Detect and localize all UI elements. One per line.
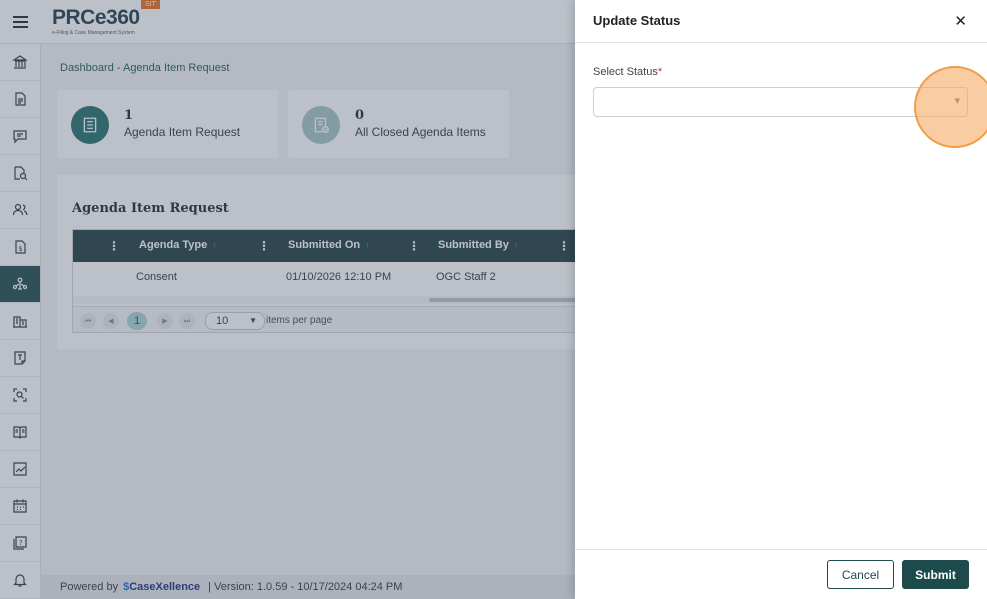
drawer-footer: Cancel Submit <box>575 549 987 599</box>
drawer-header: Update Status ✕ <box>575 0 987 43</box>
close-icon[interactable]: ✕ <box>954 12 967 30</box>
drawer-title: Update Status <box>593 13 681 28</box>
chevron-down-icon[interactable]: ▼ <box>955 97 960 105</box>
submit-button[interactable]: Submit <box>902 560 969 589</box>
required-marker: * <box>657 66 663 78</box>
select-status-label: Select Status* <box>593 66 663 78</box>
update-status-drawer: Update Status ✕ Select Status* ▼ Cancel … <box>575 0 987 599</box>
cancel-button[interactable]: Cancel <box>827 560 894 589</box>
status-select[interactable]: ▼ <box>593 87 968 117</box>
